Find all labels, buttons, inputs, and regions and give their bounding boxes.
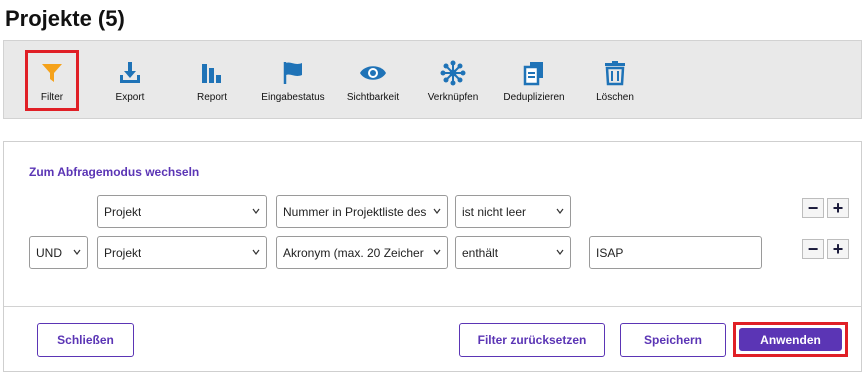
visibility-button[interactable]: Sichtbarkeit — [344, 41, 402, 120]
connector-select-value: UND — [36, 245, 62, 260]
page-title: Projekte (5) — [5, 6, 125, 31]
reset-filter-button[interactable]: Filter zurücksetzen — [459, 323, 605, 357]
delete-label: Löschen — [596, 92, 634, 103]
apply-button[interactable]: Anwenden — [739, 328, 842, 351]
bar-chart-icon — [198, 59, 226, 87]
toolbar: Filter Export Report Eingabestatus Sicht… — [3, 40, 862, 119]
field-select[interactable]: Nummer in Projektliste des — [276, 195, 448, 228]
field-select-value: Nummer in Projektliste des — [283, 204, 427, 219]
entry-status-label: Eingabestatus — [261, 92, 325, 103]
duplicate-icon — [520, 59, 548, 87]
chevron-down-icon — [433, 208, 441, 214]
divider — [4, 306, 861, 307]
operator-select[interactable]: ist nicht leer — [455, 195, 571, 228]
operator-select-value: ist nicht leer — [462, 204, 527, 219]
remove-row-button[interactable]: − — [802, 239, 824, 259]
eye-icon — [359, 59, 387, 87]
entry-status-button[interactable]: Eingabestatus — [261, 41, 325, 120]
value-input[interactable]: ISAP — [589, 236, 762, 269]
add-row-button[interactable]: + — [827, 239, 849, 259]
add-row-button[interactable]: + — [827, 198, 849, 218]
apply-highlight: Anwenden — [733, 322, 848, 357]
download-icon — [116, 59, 144, 87]
remove-row-button[interactable]: − — [802, 198, 824, 218]
query-mode-link[interactable]: Zum Abfragemodus wechseln — [29, 165, 199, 179]
entity-select[interactable]: Projekt — [97, 236, 267, 269]
operator-select-value: enthält — [462, 245, 499, 260]
deduplicate-button[interactable]: Deduplizieren — [503, 41, 565, 120]
filter-icon — [38, 59, 66, 87]
connector-select[interactable]: UND — [29, 236, 88, 269]
flag-icon — [279, 59, 307, 87]
chevron-down-icon — [252, 208, 260, 214]
export-label: Export — [115, 92, 145, 103]
entity-select[interactable]: Projekt — [97, 195, 267, 228]
deduplicate-label: Deduplizieren — [503, 92, 565, 103]
report-label: Report — [196, 92, 227, 103]
filter-panel: Zum Abfragemodus wechseln Projekt Nummer… — [3, 141, 862, 372]
chevron-down-icon — [73, 249, 81, 255]
chevron-down-icon — [556, 208, 564, 214]
filter-label: Filter — [40, 92, 64, 103]
link-label: Verknüpfen — [427, 92, 479, 103]
chevron-down-icon — [252, 249, 260, 255]
report-button[interactable]: Report — [189, 41, 235, 120]
visibility-label: Sichtbarkeit — [346, 92, 400, 103]
delete-button[interactable]: Löschen — [592, 41, 638, 120]
link-button[interactable]: Verknüpfen — [426, 41, 480, 120]
entity-select-value: Projekt — [104, 245, 142, 260]
network-icon — [439, 59, 467, 87]
operator-select[interactable]: enthält — [455, 236, 571, 269]
filter-button[interactable]: Filter — [25, 50, 79, 111]
export-button[interactable]: Export — [105, 41, 155, 120]
save-button[interactable]: Speichern — [620, 323, 726, 357]
close-button[interactable]: Schließen — [37, 323, 134, 357]
chevron-down-icon — [556, 249, 564, 255]
field-select-value: Akronym (max. 20 Zeicher — [283, 245, 424, 260]
trash-icon — [601, 59, 629, 87]
chevron-down-icon — [433, 249, 441, 255]
field-select[interactable]: Akronym (max. 20 Zeicher — [276, 236, 448, 269]
entity-select-value: Projekt — [104, 204, 142, 219]
